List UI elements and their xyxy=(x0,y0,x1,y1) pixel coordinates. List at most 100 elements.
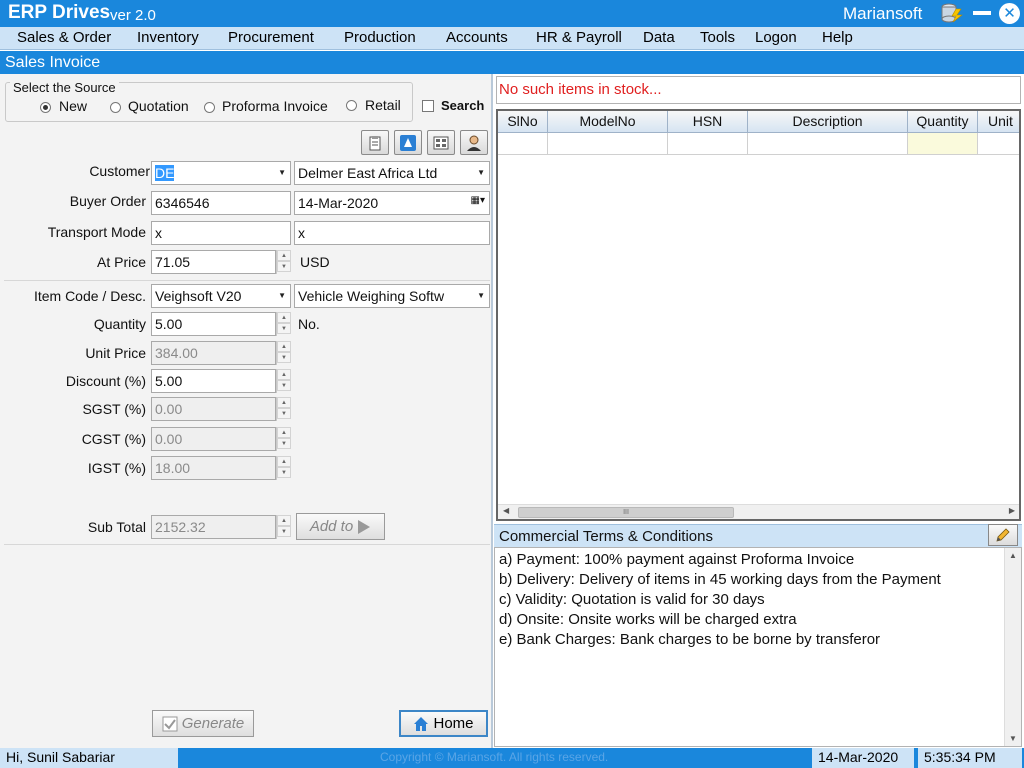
col-slno[interactable]: SlNo xyxy=(498,111,548,133)
menu-procurement[interactable]: Procurement xyxy=(228,29,314,46)
status-user: Hi, Sunil Sabariar xyxy=(0,748,180,768)
menu-bar: Sales & Order Inventory Procurement Prod… xyxy=(0,27,1024,50)
transport-mode-input[interactable]: x xyxy=(151,221,291,245)
customer-name-value: Delmer East Africa Ltd xyxy=(298,165,438,181)
edit-terms-button[interactable] xyxy=(988,524,1018,546)
terms-textarea[interactable]: a) Payment: 100% payment against Proform… xyxy=(494,547,1022,747)
customer-name-select[interactable]: Delmer East Africa Ltd xyxy=(294,161,490,185)
discount-spinner[interactable]: ▲ ▼ xyxy=(276,369,291,393)
brand-name: Mariansoft xyxy=(843,4,923,23)
minimize-icon[interactable] xyxy=(972,3,992,23)
scroll-down-icon[interactable]: ▼ xyxy=(1009,734,1017,743)
close-icon[interactable]: ✕ xyxy=(999,3,1020,24)
scroll-up-icon[interactable]: ▲ xyxy=(1009,551,1017,560)
item-code-value: Veighsoft V20 xyxy=(155,288,242,304)
currency-label: USD xyxy=(300,254,330,270)
item-code-label: Item Code / Desc. xyxy=(33,288,146,304)
term-line: b) Delivery: Delivery of items in 45 wor… xyxy=(499,571,941,588)
separator xyxy=(4,544,490,545)
quantity-spinner[interactable]: ▲ ▼ xyxy=(276,312,291,336)
status-bar: Hi, Sunil Sabariar Copyright © Mariansof… xyxy=(0,748,1024,768)
add-to-button[interactable]: Add to xyxy=(296,513,385,540)
cell-quantity[interactable] xyxy=(908,133,978,155)
clipboard-button[interactable] xyxy=(361,130,389,155)
customer-code-select[interactable]: DE xyxy=(151,161,291,185)
menu-tools[interactable]: Tools xyxy=(700,29,735,46)
radio-quotation[interactable] xyxy=(110,102,121,113)
unit-price-input: 384.00 xyxy=(151,341,276,365)
user-button[interactable] xyxy=(460,130,488,155)
items-grid[interactable]: SlNo ModelNo HSN Description Quantity Un… xyxy=(496,109,1021,521)
cell-unit[interactable] xyxy=(978,133,1019,155)
igst-label: IGST (%) xyxy=(87,460,146,476)
cgst-label: CGST (%) xyxy=(81,431,146,447)
cell-hsn[interactable] xyxy=(668,133,748,155)
transport-mode-label: Transport Mode xyxy=(47,224,146,240)
col-modelno[interactable]: ModelNo xyxy=(548,111,668,133)
menu-help[interactable]: Help xyxy=(822,29,853,46)
radio-new[interactable] xyxy=(40,102,51,113)
scroll-right-icon[interactable]: ▶ xyxy=(1009,506,1015,515)
sgst-spinner: ▲ ▼ xyxy=(276,397,291,421)
menu-sales-order[interactable]: Sales & Order xyxy=(17,29,111,46)
radio-retail[interactable] xyxy=(346,100,357,111)
cgst-spinner: ▲ ▼ xyxy=(276,427,291,451)
sgst-input: 0.00 xyxy=(151,397,276,421)
radio-proforma[interactable] xyxy=(204,102,215,113)
grid-view-button[interactable] xyxy=(427,130,455,155)
cell-description[interactable] xyxy=(748,133,908,155)
report-icon xyxy=(400,134,416,151)
status-time: 5:35:34 PM xyxy=(918,748,1024,768)
item-desc-select[interactable]: Vehicle Weighing Softw xyxy=(294,284,490,308)
menu-hr-payroll[interactable]: HR & Payroll xyxy=(536,29,622,46)
cgst-input: 0.00 xyxy=(151,427,276,451)
home-label: Home xyxy=(433,715,474,732)
col-unit[interactable]: Unit xyxy=(978,111,1019,133)
separator xyxy=(4,280,490,281)
menu-inventory[interactable]: Inventory xyxy=(137,29,199,46)
scroll-thumb[interactable]: III xyxy=(518,507,734,518)
cell-slno[interactable] xyxy=(498,133,548,155)
table-row[interactable] xyxy=(498,133,1019,155)
term-line: a) Payment: 100% payment against Proform… xyxy=(499,551,855,568)
col-description[interactable]: Description xyxy=(748,111,908,133)
app-version: ver 2.0 xyxy=(110,7,156,24)
item-code-select[interactable]: Veighsoft V20 xyxy=(151,284,291,308)
generate-button[interactable]: Generate xyxy=(152,710,254,737)
at-price-input[interactable]: 71.05 xyxy=(151,250,276,274)
col-quantity[interactable]: Quantity xyxy=(908,111,978,133)
buyer-order-label: Buyer Order xyxy=(69,193,146,209)
buyer-order-input[interactable]: 6346546 xyxy=(151,191,291,215)
col-hsn[interactable]: HSN xyxy=(668,111,748,133)
menu-logon[interactable]: Logon xyxy=(755,29,797,46)
vertical-scrollbar[interactable]: ▲ ▼ xyxy=(1004,548,1021,746)
radio-retail-label: Retail xyxy=(365,97,401,113)
user-icon xyxy=(467,135,481,151)
scroll-left-icon[interactable]: ◀ xyxy=(503,506,509,515)
source-legend: Select the Source xyxy=(10,80,119,95)
section-title: Sales Invoice xyxy=(0,51,1024,74)
play-arrow-icon xyxy=(358,519,371,534)
term-line: c) Validity: Quotation is valid for 30 d… xyxy=(499,591,765,608)
clipboard-icon xyxy=(369,135,381,150)
term-line: e) Bank Charges: Bank charges to be born… xyxy=(499,631,881,648)
quantity-input[interactable]: 5.00 xyxy=(151,312,276,336)
home-button[interactable]: Home xyxy=(399,710,488,737)
term-line: d) Onsite: Onsite works will be charged … xyxy=(499,611,797,628)
at-price-spinner[interactable]: ▲ ▼ xyxy=(276,250,291,274)
invoice-form-panel: Select the Source New Quotation Proforma… xyxy=(0,74,493,748)
order-date-picker[interactable]: 14-Mar-2020 ▦▾ xyxy=(294,191,490,215)
menu-data[interactable]: Data xyxy=(643,29,675,46)
app-name: ERP Drives xyxy=(8,2,111,23)
cell-modelno[interactable] xyxy=(548,133,668,155)
search-checkbox[interactable] xyxy=(422,100,434,112)
menu-production[interactable]: Production xyxy=(344,29,416,46)
menu-accounts[interactable]: Accounts xyxy=(446,29,508,46)
subtotal-spinner: ▲ ▼ xyxy=(276,515,291,539)
horizontal-scrollbar[interactable]: ◀ III ▶ xyxy=(498,504,1019,519)
generate-label: Generate xyxy=(181,715,245,732)
transport-detail-input[interactable]: x xyxy=(294,221,490,245)
report-button[interactable] xyxy=(394,130,422,155)
discount-input[interactable]: 5.00 xyxy=(151,369,276,393)
database-icon[interactable] xyxy=(940,3,964,23)
